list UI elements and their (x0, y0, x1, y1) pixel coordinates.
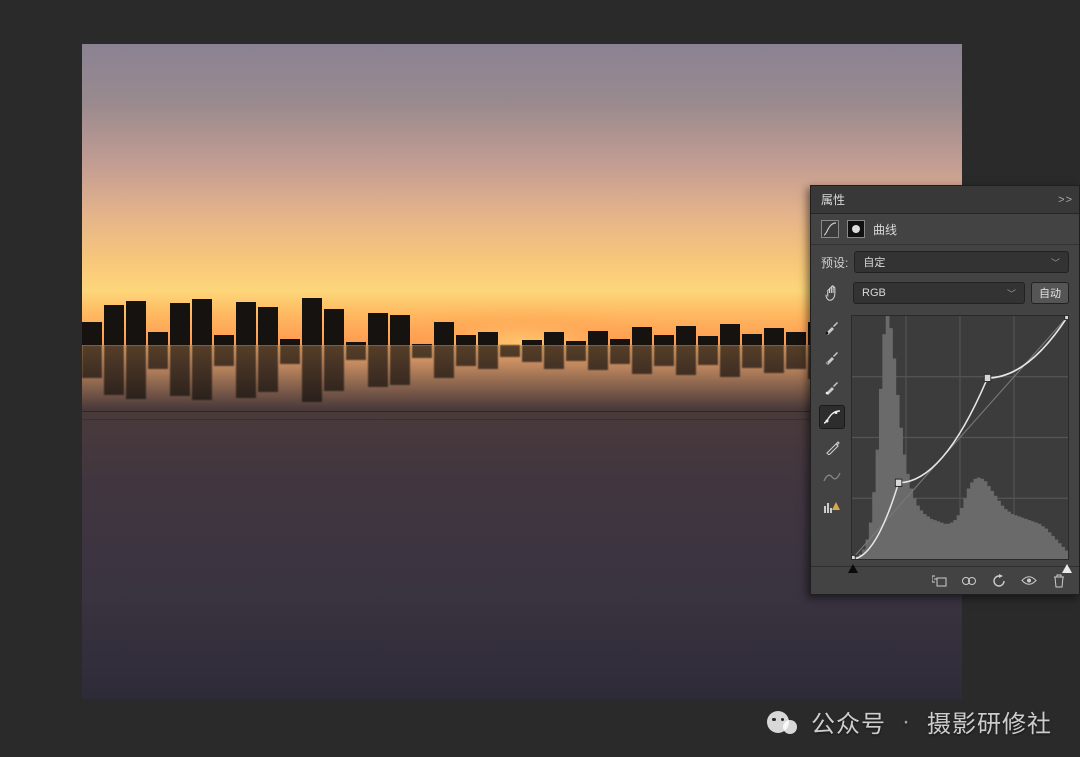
adjustment-type-row: 曲线 (811, 214, 1079, 245)
curves-graph[interactable] (851, 315, 1069, 560)
panel-title: 属性 (821, 191, 845, 208)
wechat-logo-icon (767, 710, 797, 734)
curve-edit-icon[interactable] (819, 405, 845, 429)
curves-adjustment-icon[interactable] (821, 220, 839, 238)
preset-row: 预设: 自定 ﹀ (811, 245, 1079, 279)
preset-label: 预设: (821, 254, 848, 271)
chevron-down-icon: ﹀ (1051, 256, 1060, 269)
eyedropper-black-icon[interactable] (819, 315, 845, 339)
preset-dropdown[interactable]: 自定 ﹀ (854, 251, 1069, 273)
histogram-warning-icon[interactable] (819, 495, 845, 519)
view-previous-icon[interactable] (961, 573, 977, 589)
curves-editor (811, 311, 1079, 566)
eyedropper-white-icon[interactable] (819, 375, 845, 399)
panel-header: 属性 >> (811, 186, 1079, 214)
layer-mask-icon[interactable] (847, 220, 865, 238)
watermark-prefix: 公众号 (811, 704, 886, 739)
channel-value: RGB (862, 287, 886, 299)
watermark: 公众号 · 摄影研修社 (767, 704, 1052, 739)
preset-value: 自定 (863, 254, 885, 270)
properties-panel: 属性 >> 曲线 预设: 自定 ﹀ RGB ﹀ 自动 (810, 185, 1080, 595)
finger-tool-icon[interactable] (821, 281, 847, 305)
auto-button[interactable]: 自动 (1031, 282, 1069, 304)
visibility-icon[interactable] (1021, 573, 1037, 589)
chevron-down-icon: ﹀ (1007, 287, 1016, 300)
watermark-dot: · (900, 708, 913, 736)
channel-dropdown[interactable]: RGB ﹀ (853, 282, 1025, 304)
curve-tools-column (819, 315, 845, 560)
black-point-handle[interactable] (848, 564, 858, 573)
trash-icon[interactable] (1051, 573, 1067, 589)
eyedropper-gray-icon[interactable] (819, 345, 845, 369)
smooth-icon[interactable] (819, 465, 845, 489)
pencil-icon[interactable] (819, 435, 845, 459)
auto-button-label: 自动 (1039, 285, 1061, 301)
input-range-slider[interactable] (852, 561, 1068, 573)
white-point-handle[interactable] (1062, 564, 1072, 573)
adjustment-label: 曲线 (873, 221, 897, 238)
panel-collapse-button[interactable]: >> (1058, 194, 1073, 206)
channel-row: RGB ﹀ 自动 (811, 279, 1079, 311)
reset-icon[interactable] (991, 573, 1007, 589)
watermark-name: 摄影研修社 (927, 704, 1052, 739)
clip-to-layer-icon[interactable] (931, 573, 947, 589)
